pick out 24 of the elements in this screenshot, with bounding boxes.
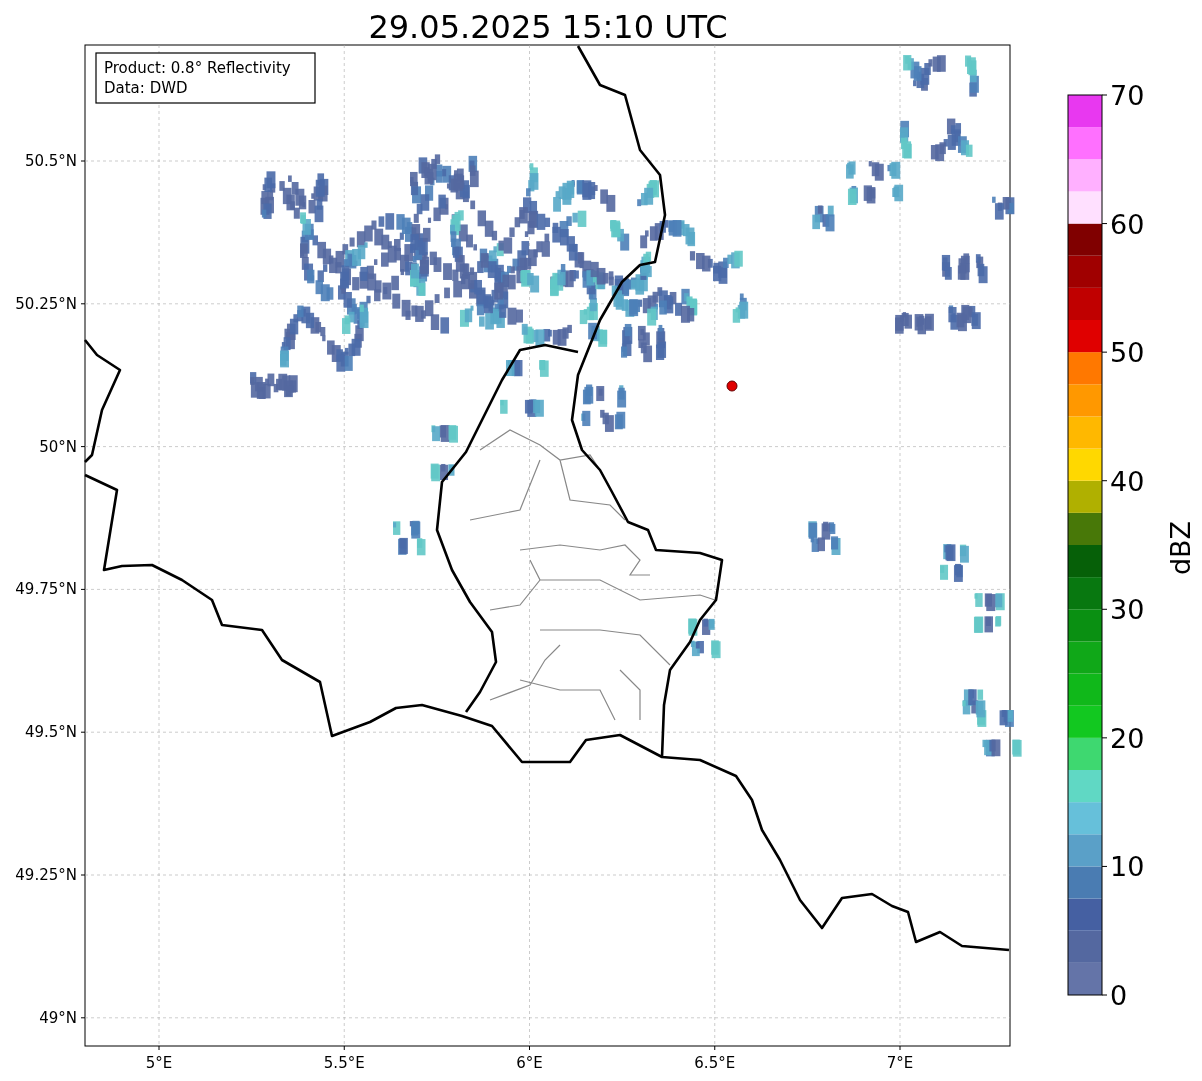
x-axis-tick-label: 5°E [145,1054,173,1072]
x-axis-tick-label: 5.5°E [323,1054,365,1072]
y-axis-tick-label: 49°N [39,1008,77,1027]
x-axis-tick-label: 6.5°E [694,1054,736,1072]
y-axis-tick-label: 50.25°N [15,294,77,313]
colorbar-tick-label: 60 [1110,208,1145,240]
legend-text: Data: DWD [104,79,188,97]
y-axis-tick-label: 49.75°N [15,580,77,599]
y-axis-tick-label: 50.5°N [24,152,77,170]
legend-text: Product: 0.8° Reflectivity [104,59,291,77]
colorbar-tick-label: 30 [1110,594,1145,626]
y-axis-tick-label: 49.5°N [24,723,77,742]
x-axis-tick-label: 6°E [516,1054,543,1072]
colorbar-tick-label: 40 [1110,465,1145,497]
chart-title: 29.05.2025 15:10 UTC [368,8,728,46]
colorbar-tick-label: 20 [1110,722,1145,754]
colorbar-tick-label: 50 [1110,337,1145,369]
colorbar-tick-label: 10 [1110,851,1145,883]
y-axis-tick-label: 49.25°N [15,866,77,884]
colorbar-label: dBZ [1165,520,1196,576]
y-axis-tick-label: 50°N [39,437,77,456]
colorbar-tick-label: 0 [1110,980,1128,1011]
colorbar-tick-label: 70 [1110,80,1145,111]
x-axis-tick-label: 7°E [886,1054,914,1072]
